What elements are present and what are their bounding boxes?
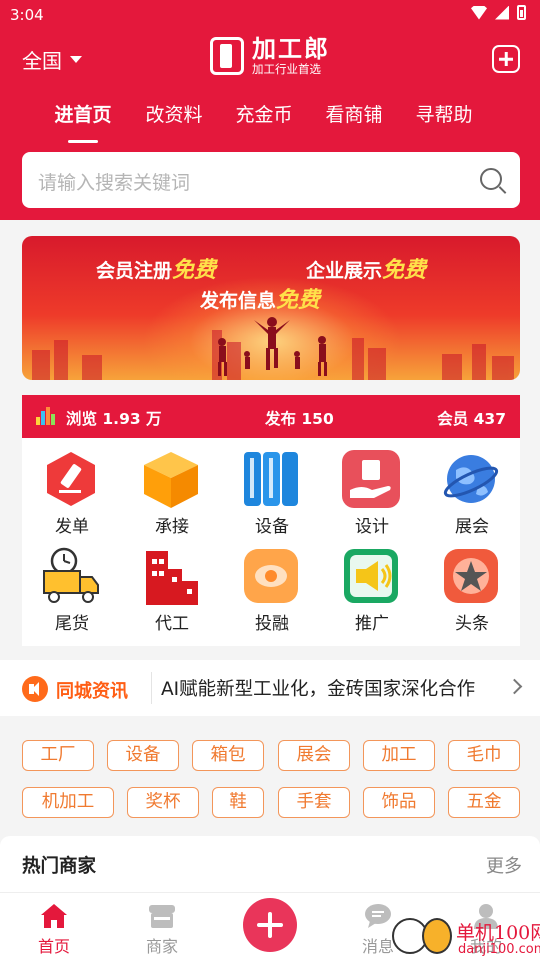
equipment-icon: [244, 452, 298, 506]
status-bar: 3:04: [0, 0, 540, 30]
home-icon: [41, 904, 67, 928]
grid-item-headlines[interactable]: 头条: [422, 535, 522, 634]
tab-help[interactable]: 寻帮助: [399, 100, 489, 127]
bar-chart-icon: [36, 407, 56, 425]
header: 3:04 全国 加工郎 加工行业首选 进首页 改资料 充金币 看商铺 寻帮助 请…: [0, 0, 540, 220]
grid-item-surplus[interactable]: 尾货: [22, 535, 122, 634]
brand-slogan: 加工行业首选: [252, 62, 321, 76]
tag-item[interactable]: 设备: [107, 740, 179, 771]
notice-text[interactable]: AI赋能新型工业化，金砖国家深化合作: [161, 675, 506, 701]
grid-item-investment[interactable]: 投融: [222, 535, 322, 634]
promote-icon: [344, 549, 398, 603]
skyline-runners-illustration: [32, 317, 514, 380]
invest-icon: [244, 549, 298, 603]
order-icon: [47, 452, 95, 506]
hot-merchants-section: 热门商家 更多: [0, 836, 540, 892]
grid-item-undertake[interactable]: 承接: [122, 438, 222, 537]
tag-item[interactable]: 毛巾: [448, 740, 520, 771]
grid-item-order[interactable]: 发单: [22, 438, 122, 537]
nav-home[interactable]: 首页: [0, 893, 108, 960]
logo-icon: [210, 37, 244, 75]
region-label: 全国: [22, 49, 62, 73]
chevron-down-icon: [70, 56, 82, 63]
stats-bar: 浏览 1.93 万 发布 150 会员 437: [22, 395, 520, 438]
tab-home[interactable]: 进首页: [38, 100, 128, 143]
search-icon[interactable]: [480, 168, 502, 190]
banner-line-2: 企业展示免费: [306, 258, 427, 283]
tab-edit-profile[interactable]: 改资料: [129, 100, 219, 127]
section-title: 热门商家: [22, 856, 97, 877]
tag-item[interactable]: 工厂: [22, 740, 94, 771]
speaker-icon: [22, 676, 48, 702]
status-time: 3:04: [10, 6, 44, 24]
local-news-ticker[interactable]: 同城资讯 AI赋能新型工业化，金砖国家深化合作: [0, 660, 540, 716]
store-icon: [149, 905, 175, 928]
star-icon: [444, 549, 498, 603]
stat-members: 会员 437: [437, 410, 506, 428]
globe-icon: [443, 455, 499, 503]
stat-views: 浏览 1.93 万: [66, 410, 162, 428]
banner-line-1: 会员注册免费: [96, 258, 217, 283]
tag-item[interactable]: 机加工: [22, 787, 114, 818]
tag-item[interactable]: 箱包: [192, 740, 264, 771]
search-input[interactable]: 请输入搜索关键词: [22, 152, 520, 208]
search-placeholder: 请输入搜索关键词: [38, 172, 191, 194]
design-icon: [342, 450, 400, 508]
grid-item-oem[interactable]: 代工: [122, 535, 222, 634]
signal-icon: [495, 5, 509, 20]
brand-logo: 加工郎 加工行业首选: [210, 36, 330, 76]
chevron-right-icon[interactable]: [506, 678, 523, 695]
brand-name: 加工郎: [252, 35, 330, 63]
tag-cloud: 工厂 设备 箱包 展会 加工 毛巾 机加工 奖杯 鞋 手套 饰品 五金: [22, 740, 520, 826]
tag-item[interactable]: 奖杯: [127, 787, 199, 818]
nav-merchants[interactable]: 商家: [108, 893, 216, 960]
tag-item[interactable]: 饰品: [363, 787, 435, 818]
truck-icon: [43, 547, 99, 603]
battery-icon: [517, 5, 526, 20]
tab-shops[interactable]: 看商铺: [309, 100, 399, 127]
grid-item-exhibition[interactable]: 展会: [422, 438, 522, 537]
wifi-icon: [471, 5, 487, 20]
stat-posts: 发布 150: [265, 410, 334, 428]
publish-button[interactable]: [243, 898, 297, 952]
region-selector[interactable]: 全国: [22, 45, 82, 74]
grid-item-promote[interactable]: 推广: [322, 535, 422, 634]
box-icon: [144, 452, 198, 508]
tag-item[interactable]: 手套: [278, 787, 350, 818]
factory-icon: [146, 551, 198, 605]
tag-item[interactable]: 加工: [363, 740, 435, 771]
grid-item-equipment[interactable]: 设备: [222, 438, 322, 537]
promo-banner[interactable]: 会员注册免费 企业展示免费 发布信息免费: [22, 236, 520, 380]
tag-item[interactable]: 五金: [448, 787, 520, 818]
more-link[interactable]: 更多: [486, 852, 522, 878]
top-tabs: 进首页 改资料 充金币 看商铺 寻帮助: [0, 100, 540, 143]
grid-item-design[interactable]: 设计: [322, 438, 422, 537]
add-icon[interactable]: [492, 45, 520, 73]
notice-title: 同城资讯: [56, 681, 128, 702]
tag-item[interactable]: 展会: [278, 740, 350, 771]
tab-recharge[interactable]: 充金币: [219, 100, 309, 127]
site-watermark: 单机100网 danji100.com: [392, 918, 540, 960]
feature-grid: 发单 承接 设备 设计 展会 尾货 代工 投融 推广 头条: [22, 438, 520, 646]
chat-icon: [365, 904, 391, 928]
tag-item[interactable]: 鞋: [212, 787, 264, 818]
